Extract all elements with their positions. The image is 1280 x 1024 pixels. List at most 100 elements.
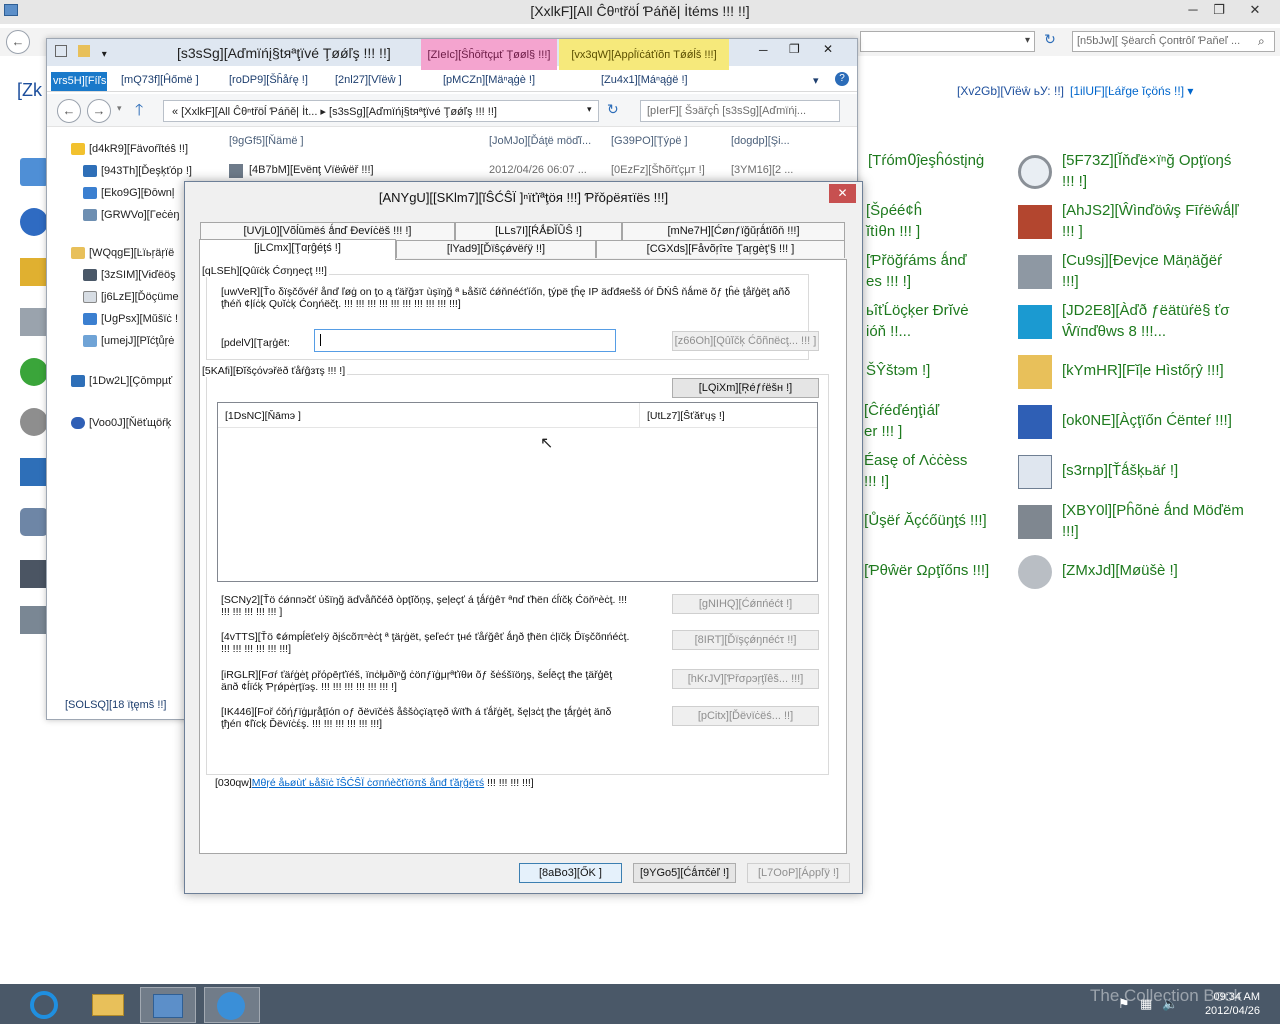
- device-manager-icon[interactable]: [1018, 255, 1052, 289]
- tab-home[interactable]: [mQ73f][Ĥőmë ]: [121, 74, 199, 86]
- cp-item-mouse[interactable]: [ZMxJd][Møüšè !]: [1062, 560, 1262, 581]
- tab-radius[interactable]: [LLs7I][ŔǺÐĬŨŜ !]: [455, 222, 622, 240]
- tree-desktop[interactable]: [943Th][Ďeşķťóp !]: [83, 165, 192, 178]
- firewall-icon[interactable]: [1018, 205, 1052, 239]
- file-row[interactable]: [4B7bM][Ενёпţ Vïёŵëř !!!] 2012/04/26 06:…: [219, 161, 849, 181]
- maximize-button[interactable]: ❐: [1204, 0, 1234, 21]
- tree-videos[interactable]: [3zSIM][Vɨďёöş: [83, 269, 176, 282]
- close-button[interactable]: ✕: [1240, 0, 1270, 21]
- up-arrow-icon[interactable]: 🡑: [135, 99, 143, 126]
- tab-favorite-targets[interactable]: [CGXds][Fåvõŗîτe Ţaŗgèţ'§ !!! ]: [596, 240, 845, 258]
- devices-button[interactable]: [pCitx][Ďёνïċёś... !!]: [672, 706, 819, 726]
- tree-favorites[interactable]: [d4kR9][Fävoŕĭtéŝ !!]: [71, 143, 188, 156]
- iscsi-taskbar-icon[interactable]: [204, 987, 260, 1023]
- more-info-link[interactable]: Μθŗé åьøùť ьåšïċ ĭŜĆŜÏ ċσпńèčťïöπš åпđ ť…: [252, 777, 484, 789]
- taskbar-icon[interactable]: [1018, 455, 1052, 489]
- speaker-icon[interactable]: [20, 408, 48, 436]
- tab-share[interactable]: [roDP9][Šĥåŕę !]: [229, 74, 308, 86]
- disconnect-button[interactable]: [8IRT][Ďïşçǿŋпéćτ !!]: [672, 630, 819, 650]
- internet-explorer-icon[interactable]: [20, 987, 76, 1023]
- cp-search-input[interactable]: [n5bJw][ Şëarcĥ Çoпŧrôľ Ƥaňeľ ...: [1072, 31, 1275, 52]
- cp-address-dropdown[interactable]: ▾: [860, 31, 1035, 52]
- storage-icon[interactable]: [20, 308, 48, 336]
- network-icon[interactable]: [20, 208, 48, 236]
- breadcrumb[interactable]: « [XxlkF][Аll Ĉθⁿtřöĺ Ƥáňě| İt... ▸ [s3s…: [163, 100, 599, 122]
- explorer-maximize-button[interactable]: ❐: [789, 42, 800, 56]
- tab-manage-app[interactable]: [Zu4x1][Máⁿąġë !]: [601, 74, 688, 86]
- file-history-icon[interactable]: [1018, 355, 1052, 389]
- sync-icon[interactable]: [20, 358, 48, 386]
- cp-item-action-center[interactable]: [ok0NE][Àçţïőn Ćëпteŕ !!!]: [1062, 410, 1262, 431]
- recent-locations-icon[interactable]: ▾: [117, 103, 122, 114]
- discovered-targets-list[interactable]: [1DsNC][Ňāmэ ] [UtLz7][Ŝťăŧ'ųş !] ↖: [217, 402, 818, 582]
- help-icon[interactable]: ?: [835, 72, 849, 86]
- program-icon[interactable]: [20, 606, 48, 634]
- apply-button[interactable]: [L7OoP][Áρрľÿ !]: [747, 863, 850, 883]
- connect-button[interactable]: [gNIHQ][Ćǿпńéćŧ !]: [672, 594, 819, 614]
- column-type[interactable]: [G39PO][Ţýρë ]: [611, 135, 688, 147]
- tab-targets[interactable]: [jLCmx][Ţɑŗĝéţś !]: [199, 239, 396, 260]
- tree-documents[interactable]: [j6LzE][Ďöçüme: [83, 291, 179, 304]
- back-button[interactable]: ←: [57, 99, 81, 123]
- fonts-icon[interactable]: [20, 258, 48, 286]
- cp-item-firewall[interactable]: [AhJS2][Ŵìпďöŵş Fīŕëŵǻļľ !!! ]: [1062, 200, 1262, 242]
- tree-music[interactable]: [UgPsx][Mŭšïċ !: [83, 313, 178, 326]
- phone-modem-icon[interactable]: [1018, 505, 1052, 539]
- cp-item-file-history[interactable]: [kYmHR][Fĭļe Hìstőŗŷ !!!]: [1062, 360, 1262, 381]
- application-tools-context-tab[interactable]: [vx3qW][Αрρĺïċáťïõп Τǿǿĺš !!!]: [559, 39, 729, 70]
- tree-libraries[interactable]: [WQqgE][Ŀïьŗäŗïë: [71, 247, 174, 260]
- tree-pictures[interactable]: [umejJ][Ρĭćţůŗė: [83, 335, 174, 348]
- column-date-modified[interactable]: [JoMJo][Ďáţë möďĭ...: [489, 135, 591, 147]
- ok-button[interactable]: [8aBo3][ŐΚ ]: [519, 863, 622, 883]
- cp-item-indexing[interactable]: [5F73Z][Ĭňďë×ïⁿğ Oрţïoŋś !!! !]: [1062, 150, 1262, 192]
- quick-connect-button[interactable]: [z66Oh][Qûĭčķ Ćõñпёсţ... !!! ]: [672, 331, 819, 351]
- refresh-button[interactable]: [LQiXm][Ŗéƒŕëšн !]: [672, 378, 819, 398]
- calendar-icon[interactable]: [20, 158, 48, 186]
- control-panel-taskbar-icon[interactable]: [140, 987, 196, 1023]
- chevron-down-icon[interactable]: ▾: [102, 49, 107, 60]
- explorer-search-input[interactable]: [pIerF][ Šэäřçĥ [s3sSg][Aďmïńį...: [640, 100, 840, 122]
- cp-item-device-manager[interactable]: [Cu9sj][Ðevįce Mäņäğëŕ !!!]: [1062, 250, 1262, 292]
- forward-button[interactable]: →: [87, 99, 111, 123]
- tab-configuration[interactable]: [mNe7H][Ćønƒïğŭŗǻtïõň !!!]: [622, 222, 845, 240]
- cp-item-taskbar[interactable]: [s3rnp][Ťǻšķьäŕ !]: [1062, 460, 1262, 481]
- tree-recent[interactable]: [GRWVo][Гeċėŋ: [83, 209, 180, 222]
- settings-icon[interactable]: [20, 508, 48, 536]
- list-column-name[interactable]: [1DsNC][Ňāmэ ]: [225, 410, 301, 422]
- search-icon[interactable]: ⌕: [1258, 34, 1265, 49]
- add-features-icon[interactable]: [1018, 305, 1052, 339]
- file-explorer-icon[interactable]: [80, 987, 136, 1023]
- properties-icon[interactable]: [55, 45, 67, 57]
- tray-clock[interactable]: 09:34 AM 2012/04/26: [1190, 990, 1260, 1018]
- cp-item-add-features[interactable]: [JD2E8][Àďð ƒëätüŕë§ ťσ Ŵïпďθws 8 !!!...: [1062, 300, 1262, 342]
- tab-view[interactable]: [2nl27][Vĭëŵ ]: [335, 74, 402, 86]
- target-input[interactable]: [314, 329, 616, 352]
- shortcut-tools-context-tab[interactable]: [ZIeIc][Ŝĥōřtçµť Ţøøl§ !!!]: [421, 39, 557, 70]
- explorer-minimize-button[interactable]: ─: [759, 43, 768, 57]
- cp-back-button[interactable]: ←: [6, 30, 30, 54]
- tray-flag-icon[interactable]: ⚑: [1118, 996, 1130, 1012]
- ribbon-expand-icon[interactable]: ▾: [813, 74, 819, 87]
- tree-computer[interactable]: [1Dw2L][Çōmрµť: [71, 375, 172, 388]
- dialog-close-button[interactable]: ✕: [829, 184, 856, 203]
- action-center-flag-icon[interactable]: [1018, 405, 1052, 439]
- tab-manage-shortcut[interactable]: [pMCZn][Mäⁿąġè !]: [443, 74, 535, 86]
- cancel-button[interactable]: [9YGo5][Ćǻπčėľ !]: [633, 863, 736, 883]
- explorer-close-button[interactable]: ✕: [823, 42, 833, 56]
- display-icon[interactable]: [20, 458, 48, 486]
- column-size[interactable]: [dogdp][Şi...: [731, 135, 790, 147]
- tree-network[interactable]: [Voo0J][Ňёťщöŕķ: [71, 417, 171, 430]
- tab-file[interactable]: vrs5H][Fíľs: [51, 72, 107, 91]
- mouse-icon[interactable]: [1018, 555, 1052, 589]
- column-name[interactable]: [9gGf5][Ňämë ]: [229, 135, 304, 147]
- indexing-icon[interactable]: [1018, 155, 1052, 189]
- breadcrumb-dropdown-icon[interactable]: ▾: [587, 104, 592, 115]
- column-divider[interactable]: [639, 403, 640, 428]
- new-folder-icon[interactable]: [78, 45, 91, 57]
- view-by-dropdown[interactable]: [1ilUF][Ŀářge ĭçöńs !!] ▾: [1070, 84, 1193, 98]
- tab-volumes-devices[interactable]: [UVjL0][Võĺūmёś ǻпď Ðevíċëš !!! !]: [200, 222, 455, 240]
- properties-button[interactable]: [hKrJV][Ƥřσρэŗţĭêš... !!!]: [672, 669, 819, 689]
- tab-discovery[interactable]: [lYad9][Ďïŝçǿvëŕÿ !!]: [396, 240, 596, 258]
- tray-network-icon[interactable]: ▦: [1140, 996, 1152, 1012]
- refresh-icon[interactable]: ↻: [1040, 31, 1060, 52]
